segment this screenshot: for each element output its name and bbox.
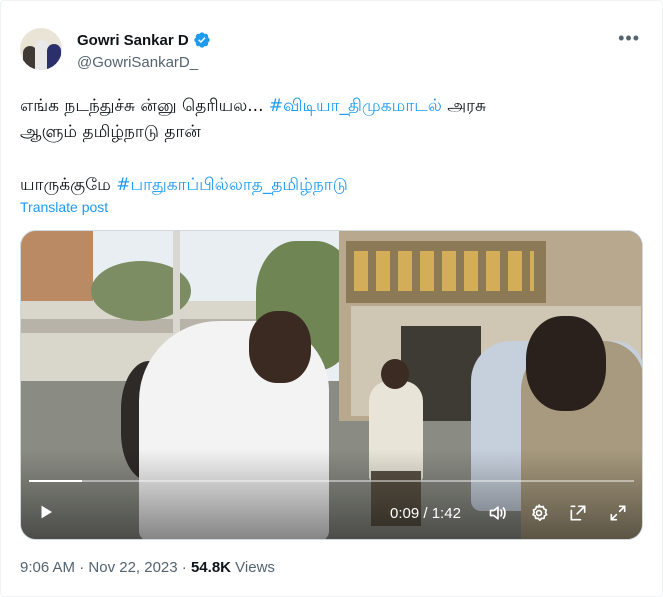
tweet-text-segment: எங்க நடந்துச்சு ன்னு தெரியல... (20, 96, 269, 116)
fullscreen-icon[interactable] (608, 503, 628, 523)
video-person (526, 316, 606, 411)
video-shop-sign-lettering (354, 251, 534, 291)
volume-icon[interactable] (487, 503, 509, 523)
video-time: 0:09 / 1:42 (390, 505, 461, 522)
tweet-line-2: ஆளும் தமிழ்நாடு தான் (20, 122, 201, 142)
video-progress-fill (29, 480, 83, 482)
views-label: Views (231, 559, 275, 576)
author-display-name[interactable]: Gowri Sankar D (77, 32, 189, 49)
video-controls-gradient (21, 449, 642, 539)
video-player[interactable]: 0:09 / 1:42 (20, 230, 643, 540)
tweet-text: எங்க நடந்துச்சு ன்னு தெரியல... #விடியா_த… (20, 93, 645, 198)
tweet-text-segment: யாருக்குமே (20, 175, 117, 195)
hashtag-link[interactable]: #பாதுகாப்பில்லாத_தமிழ்நாடு (116, 175, 348, 195)
settings-icon[interactable] (529, 503, 549, 523)
meta-separator: · (177, 559, 191, 576)
tweet-line-gap (20, 145, 645, 172)
tweet-text-segment: அரசு (441, 96, 487, 116)
tweet-time[interactable]: 9:06 AM (20, 559, 75, 576)
duration: 1:42 (431, 505, 461, 522)
views-count: 54.8K (190, 559, 231, 576)
tweet-card: Gowri Sankar D @GowriSankarD_ ••• எங்க ந… (0, 0, 663, 597)
time-separator: / (419, 505, 432, 522)
current-time: 0:09 (390, 505, 420, 522)
tweet-meta: 9:06 AM · Nov 22, 2023 · 54.8K Views (20, 559, 275, 576)
translate-post-link[interactable]: Translate post (20, 199, 108, 215)
video-person (249, 311, 311, 383)
author-handle[interactable]: @GowriSankarD_ (77, 54, 198, 71)
avatar[interactable] (20, 28, 62, 70)
popout-icon[interactable] (568, 503, 588, 523)
avatar-figure (47, 44, 61, 70)
author-name-row[interactable]: Gowri Sankar D (77, 31, 211, 49)
hashtag-link[interactable]: #விடியா_திமுகமாடல் (269, 96, 442, 116)
tweet-line-1: எங்க நடந்துச்சு ன்னு தெரியல... #விடியா_த… (20, 93, 645, 119)
play-icon[interactable] (37, 503, 55, 521)
more-options-icon[interactable]: ••• (618, 29, 640, 47)
meta-separator: · (75, 559, 89, 576)
tweet-date[interactable]: Nov 22, 2023 (88, 559, 177, 576)
video-frame (21, 231, 642, 539)
verified-badge-icon (194, 32, 210, 48)
video-person (381, 359, 409, 389)
tweet-line-3: யாருக்குமே #பாதுகாப்பில்லாத_தமிழ்நாடு (20, 172, 645, 198)
video-progress-bar[interactable] (29, 480, 634, 482)
